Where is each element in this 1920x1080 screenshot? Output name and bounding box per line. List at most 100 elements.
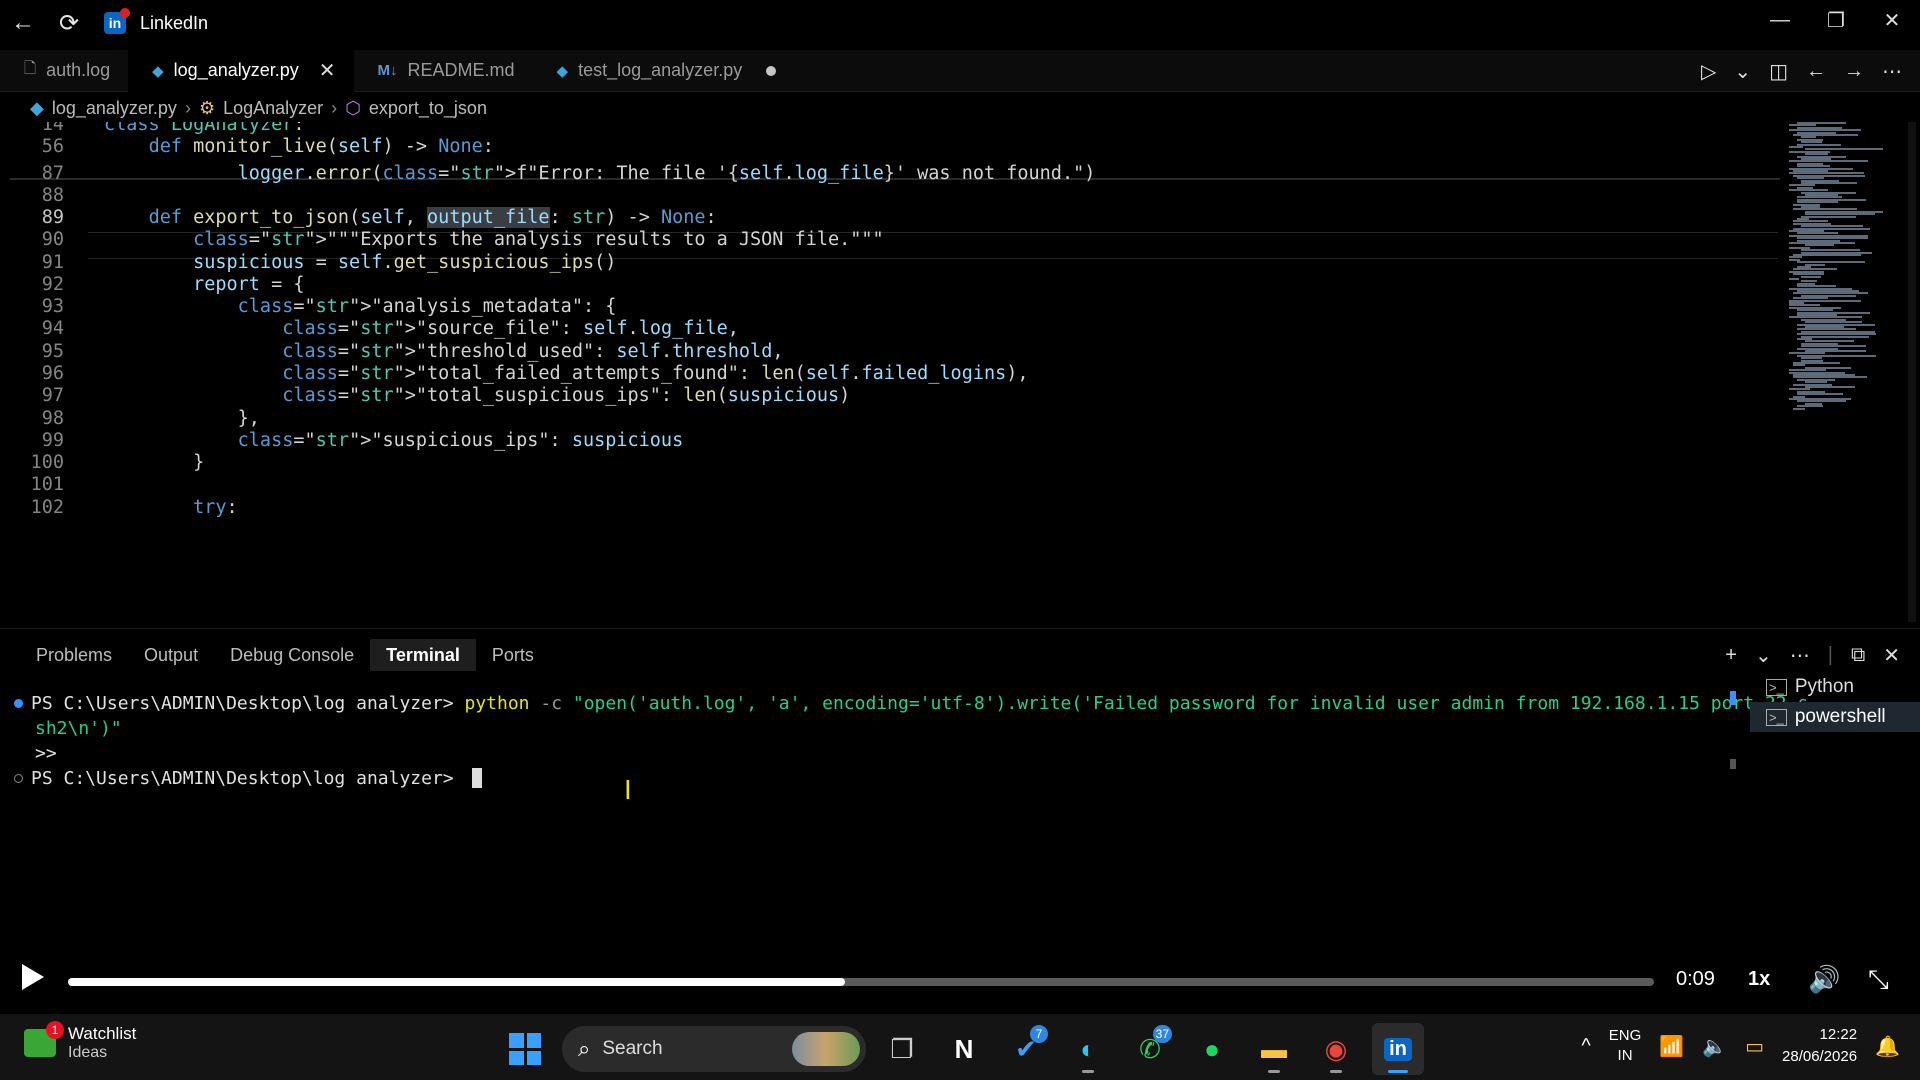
line-number: 100 <box>30 452 64 473</box>
code-text: suspicious = self.get_suspicious_ips() <box>193 252 617 273</box>
minimize-icon[interactable]: — <box>1752 0 1808 40</box>
run-dropdown-icon[interactable]: ⌄ <box>1734 59 1751 84</box>
terminal-dropdown-icon[interactable]: ⌄ <box>1755 643 1772 668</box>
widget-watchlist[interactable]: 1 Watchlist Ideas <box>24 1021 136 1062</box>
terminal-output[interactable]: PS C:\Users\ADMIN\Desktop\log analyzer> … <box>14 691 1808 951</box>
terminal-prompt: PS C:\Users\ADMIN\Desktop\log analyzer> <box>31 692 465 714</box>
tab-readme-md[interactable]: M↓ README.md <box>354 50 533 92</box>
chrome-icon[interactable]: ◉ <box>1310 1023 1362 1075</box>
close-window-icon[interactable]: ✕ <box>1864 0 1920 40</box>
code-text: class="str">"total_failed_attempts_found… <box>282 363 1029 384</box>
todo-icon[interactable]: ✔ 7 <box>1000 1023 1052 1075</box>
class-icon: ⚙ <box>198 97 216 118</box>
playback-speed-button[interactable]: 1x <box>1748 968 1770 991</box>
code-text: class="str">"""Exports the analysis resu… <box>193 229 884 250</box>
tab-ports[interactable]: Ports <box>476 639 550 671</box>
video-controls: 0:09 1x 🔊 ⤡ <box>0 950 1920 1010</box>
refresh-icon[interactable]: ⟳ <box>46 0 92 46</box>
close-panel-icon[interactable]: ✕ <box>1883 643 1900 668</box>
language-indicator[interactable]: ENG IN <box>1609 1026 1642 1066</box>
spotify-icon[interactable]: ● <box>1186 1023 1238 1075</box>
chevron-right-icon: › <box>331 97 338 118</box>
battery-icon[interactable]: ▭ <box>1745 1034 1764 1059</box>
command-decoration-icon[interactable] <box>14 773 23 783</box>
restore-icon[interactable]: ❐ <box>1808 0 1864 40</box>
terminal-scrollbar[interactable] <box>1730 759 1736 769</box>
volume-icon[interactable]: 🔊 <box>1808 964 1840 995</box>
breadcrumb-method[interactable]: export_to_json <box>369 98 487 119</box>
code-editor[interactable]: 14 class LogAnalyzer: 56 def monitor_live(… <box>0 122 1780 624</box>
terminal-cursor <box>472 768 483 788</box>
whatsapp-icon[interactable]: ✆ 37 <box>1124 1023 1176 1075</box>
close-tab-icon[interactable]: ✕ <box>319 58 336 83</box>
line-number: 95 <box>41 341 64 362</box>
terminal-icon: >_ <box>1766 708 1787 726</box>
file-explorer-icon[interactable]: ▬ <box>1248 1023 1300 1075</box>
python-icon: ◆ <box>152 62 164 80</box>
clock[interactable]: 12:22 28/06/2026 <box>1782 1024 1857 1068</box>
run-icon[interactable]: ▷ <box>1701 59 1716 84</box>
lang-line2: IN <box>1617 1047 1633 1064</box>
back-arrow-icon[interactable]: ← <box>0 0 46 46</box>
linkedin-icon[interactable]: in <box>1372 1023 1424 1075</box>
line-number: 96 <box>41 363 64 384</box>
line-number: 97 <box>41 385 64 406</box>
running-indicator <box>1082 1070 1094 1073</box>
clock-time: 12:22 <box>1819 1026 1858 1043</box>
line-number: 101 <box>30 474 64 495</box>
notion-icon[interactable]: N <box>938 1023 990 1075</box>
terminal-item-python[interactable]: >_ Python <box>1750 672 1920 702</box>
tab-label: README.md <box>407 60 515 80</box>
editor-scrollbar[interactable] <box>1908 122 1916 622</box>
stocks-icon: 1 <box>24 1021 64 1057</box>
go-forward-icon[interactable]: → <box>1844 60 1864 83</box>
code-line[interactable]: 102 try: <box>0 494 1780 521</box>
chevron-up-icon[interactable]: ^ <box>1581 1035 1590 1058</box>
wifi-icon[interactable]: 📶 <box>1659 1034 1684 1059</box>
windows-start-icon[interactable] <box>506 1030 544 1068</box>
code-text: report = { <box>193 274 305 295</box>
split-editor-icon[interactable]: ◫ <box>1769 59 1788 84</box>
file-icon: 🗋 <box>24 60 37 77</box>
tab-auth-log[interactable]: 🗋 auth.log <box>0 50 128 92</box>
taskbar: 1 Watchlist Ideas ⌕ Search ❐ N ✔ 7 ◐ ✆ 37 … <box>0 1014 1920 1080</box>
minimap-line <box>1805 386 1855 388</box>
play-icon[interactable] <box>22 964 44 990</box>
tab-problems[interactable]: Problems <box>20 639 128 671</box>
go-back-icon[interactable]: ← <box>1806 60 1826 83</box>
unsaved-dot-icon[interactable] <box>766 65 777 76</box>
tab-terminal[interactable]: Terminal <box>370 639 476 671</box>
app-icon-letter: in <box>108 15 122 31</box>
more-actions-icon[interactable]: ⋯ <box>1790 643 1810 668</box>
line-number: 91 <box>41 252 64 273</box>
speaker-icon[interactable]: 🔈 <box>1702 1034 1727 1059</box>
breadcrumb-class[interactable]: LogAnalyzer <box>223 98 323 119</box>
maximize-panel-icon[interactable]: ⧉ <box>1851 644 1865 667</box>
breadcrumb-file[interactable]: log_analyzer.py <box>52 98 177 119</box>
terminal-item-powershell[interactable]: >_ powershell <box>1750 702 1920 732</box>
line-number: 98 <box>41 408 64 429</box>
scroll-indicator <box>1730 691 1736 705</box>
tab-log-analyzer-py[interactable]: ◆ log_analyzer.py ✕ <box>128 49 354 92</box>
minimap-line <box>1793 407 1806 410</box>
minimap[interactable] <box>1785 122 1905 422</box>
taskbar-search[interactable]: ⌕ Search <box>562 1026 866 1072</box>
line-number: 99 <box>41 430 64 451</box>
code-line[interactable]: 56 def monitor_live(self) -> None: <box>0 133 1780 160</box>
command-decoration-icon[interactable] <box>14 698 23 708</box>
task-view-icon[interactable]: ❐ <box>876 1023 928 1075</box>
search-icon: ⌕ <box>578 1036 591 1061</box>
tab-output[interactable]: Output <box>128 639 214 671</box>
new-terminal-icon[interactable]: + <box>1725 644 1737 667</box>
notification-bell-icon[interactable]: 🔔 <box>1875 1034 1900 1059</box>
more-actions-icon[interactable]: ⋯ <box>1882 59 1902 84</box>
python-icon: ◆ <box>556 62 569 80</box>
terminal-item-label: powershell <box>1794 706 1886 727</box>
edge-icon[interactable]: ◐ <box>1062 1023 1114 1075</box>
terminal-item-label: Python <box>1794 676 1854 697</box>
fullscreen-exit-icon[interactable]: ⤡ <box>1868 964 1889 996</box>
editor-tab-bar: 🗋 auth.log ◆ log_analyzer.py ✕ M↓ README… <box>0 49 1920 92</box>
tab-debug-console[interactable]: Debug Console <box>214 639 370 671</box>
tab-test-log-analyzer-py[interactable]: ◆ test_log_analyzer.py <box>533 50 795 92</box>
video-progress-bar[interactable] <box>68 978 1654 986</box>
